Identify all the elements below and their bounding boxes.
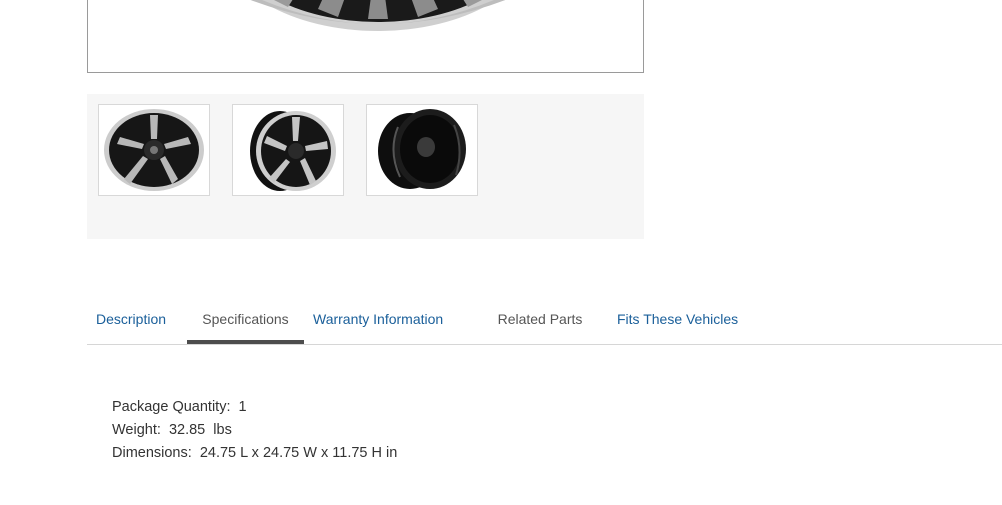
wheel-image	[250, 0, 506, 31]
tab-warranty-information[interactable]: Warranty Information	[313, 296, 443, 343]
product-tabs: Description Specifications Warranty Info…	[87, 296, 1002, 345]
spec-label: Package Quantity:	[112, 399, 231, 415]
spec-value: 24.75 L x 24.75 W x 11.75 H in	[199, 445, 398, 461]
wheel-angled-view-icon	[250, 111, 336, 191]
tab-description[interactable]: Description	[87, 296, 175, 343]
spec-weight: Weight: 32.85 lbs	[112, 419, 397, 442]
thumbnail-1[interactable]	[98, 104, 210, 196]
tab-related-parts[interactable]: Related Parts	[493, 296, 587, 343]
wheel-side-view-icon	[378, 109, 466, 189]
spec-dimensions: Dimensions: 24.75 L x 24.75 W x 11.75 H …	[112, 442, 397, 465]
spec-package-quantity: Package Quantity: 1	[112, 396, 397, 419]
spec-label: Dimensions:	[112, 445, 192, 461]
specifications-panel: Package Quantity: 1 Weight: 32.85 lbs Di…	[112, 396, 397, 465]
tab-specifications[interactable]: Specifications	[187, 296, 304, 344]
spec-label: Weight:	[112, 422, 161, 438]
thumbnail-2[interactable]	[232, 104, 344, 196]
wheel-front-view-icon	[104, 109, 204, 191]
spec-value: 1	[238, 399, 247, 415]
main-product-image[interactable]	[87, 0, 644, 73]
thumbnail-strip	[87, 94, 644, 239]
tab-fits-these-vehicles[interactable]: Fits These Vehicles	[617, 296, 738, 343]
spec-value: 32.85 lbs	[168, 422, 232, 438]
thumbnail-3[interactable]	[366, 104, 478, 196]
